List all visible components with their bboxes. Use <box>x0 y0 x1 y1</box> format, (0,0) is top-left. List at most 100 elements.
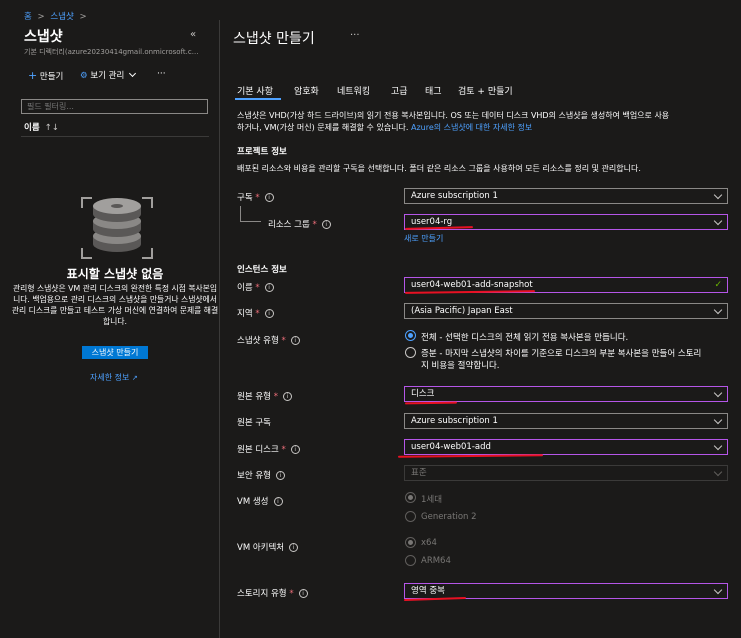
source-type-select[interactable]: 디스크 <box>404 386 728 402</box>
intro-line-2-text: 하거나, VM(가상 머신) 문제를 해결할 수 있습니다. <box>237 122 409 132</box>
info-icon[interactable]: i <box>273 497 283 506</box>
source-disk-label-text: 원본 디스크 <box>237 445 279 455</box>
create-button[interactable]: + 만들기 <box>28 69 63 82</box>
create-button-label: 만들기 <box>39 72 64 82</box>
subscription-select[interactable]: Azure subscription 1 <box>404 188 728 204</box>
create-new-resource-group-link[interactable]: 새로 만들기 <box>404 233 443 244</box>
chevron-down-icon <box>713 441 723 451</box>
source-disk-select[interactable]: user04-web01-add <box>404 439 728 455</box>
vm-generation-label: VM 생성 i <box>237 495 283 507</box>
learn-more-link[interactable]: 자세한 정보 ↗ <box>90 372 138 383</box>
vm-architecture-arm64-radio <box>405 555 416 566</box>
directory-subtitle: 기본 디렉터리(azure20230414gmail.onmicrosoft.c… <box>24 48 199 56</box>
info-icon[interactable]: i <box>290 336 300 345</box>
vm-architecture-arm64-label: ARM64 <box>421 556 451 566</box>
active-tab-indicator <box>235 98 281 100</box>
required-marker: * <box>312 220 317 230</box>
page-more-icon[interactable]: ··· <box>350 30 360 41</box>
security-type-label-text: 보안 유형 <box>237 471 271 481</box>
source-type-label: 원본 유형 * i <box>237 390 292 402</box>
snapshot-type-incremental-line-2: 지 비용을 절약합니다. <box>421 361 500 371</box>
chevron-down-icon <box>713 467 723 477</box>
tab-encryption[interactable]: 암호화 <box>294 84 319 97</box>
name-column-header[interactable]: 이름 ↑↓ <box>24 121 59 133</box>
tab-review-create[interactable]: 검토 + 만들기 <box>458 84 513 97</box>
intro-line-1: 스냅샷은 VHD(가상 하드 드라이브)의 읽기 전용 복사본입니다. OS 또… <box>237 111 670 120</box>
chevron-down-icon <box>713 190 723 200</box>
more-options-icon[interactable]: ··· <box>157 69 166 79</box>
snapshot-type-full-radio[interactable] <box>405 330 416 341</box>
name-label-text: 이름 <box>237 283 253 293</box>
annotation-underline <box>397 454 544 458</box>
region-select[interactable]: (Asia Pacific) Japan East <box>404 303 728 319</box>
tab-networking[interactable]: 네트워킹 <box>337 84 370 97</box>
name-label: 이름 * i <box>237 281 274 293</box>
breadcrumb-separator: > <box>79 12 87 22</box>
subscription-value: Azure subscription 1 <box>411 191 498 201</box>
security-type-value: 표준 <box>411 468 427 478</box>
region-label-text: 지역 <box>237 309 253 319</box>
info-icon[interactable]: i <box>282 392 292 401</box>
snapshot-type-label-text: 스냅샷 유형 <box>237 336 279 346</box>
page-title: 스냅샷 만들기 <box>233 31 315 47</box>
external-link-icon: ↗ <box>131 374 138 382</box>
breadcrumb-snapshots[interactable]: 스냅샷 <box>50 12 73 22</box>
create-snapshot-button[interactable]: 스냅샷 만들기 <box>82 346 148 359</box>
info-icon[interactable]: i <box>290 445 300 454</box>
chevron-down-icon <box>713 216 723 226</box>
collapse-panel-icon[interactable]: « <box>190 29 196 40</box>
source-subscription-value: Azure subscription 1 <box>411 416 498 426</box>
snapshot-stack-icon <box>80 196 154 260</box>
info-icon[interactable]: i <box>264 283 274 292</box>
snapshot-type-label: 스냅샷 유형 * i <box>237 334 300 346</box>
required-marker: * <box>281 445 286 455</box>
source-subscription-select[interactable]: Azure subscription 1 <box>404 413 728 429</box>
storage-type-label-text: 스토리지 유형 <box>237 589 287 599</box>
info-icon[interactable]: i <box>264 309 274 318</box>
name-column-label: 이름 <box>24 123 40 133</box>
panel-divider <box>219 20 220 638</box>
info-icon[interactable]: i <box>264 193 274 202</box>
resource-group-label: 리소스 그룹 * i <box>268 218 331 230</box>
vm-generation-label-text: VM 생성 <box>237 497 269 507</box>
info-icon[interactable]: i <box>298 589 308 598</box>
vm-generation-1-label: 1세대 <box>421 495 443 505</box>
info-icon[interactable]: i <box>289 543 299 552</box>
vm-generation-1-radio <box>405 492 416 503</box>
required-marker: * <box>255 193 260 203</box>
breadcrumb-home[interactable]: 홈 <box>24 12 32 22</box>
tab-tags[interactable]: 태그 <box>425 84 442 97</box>
snapshot-type-incremental-radio[interactable] <box>405 347 416 358</box>
source-type-label-text: 원본 유형 <box>237 392 271 402</box>
source-subscription-label: 원본 구독 <box>237 416 271 428</box>
manage-view-button[interactable]: ⚙ 보기 관리 <box>80 69 137 81</box>
intro-learn-more-link[interactable]: Azure의 스냅샷에 대한 자세한 정보 <box>411 123 532 132</box>
tab-advanced[interactable]: 고급 <box>391 84 408 97</box>
breadcrumb-separator: > <box>37 12 45 22</box>
empty-state-description: 관리형 스냅샷은 VM 관리 디스크의 완전한 특정 시점 복사본입니다. 백업… <box>11 284 219 326</box>
required-marker: * <box>281 336 286 346</box>
valid-check-icon: ✓ <box>714 280 722 290</box>
project-details-heading: 프로젝트 정보 <box>237 147 287 157</box>
annotation-underline <box>404 290 536 294</box>
region-label: 지역 * i <box>237 307 274 319</box>
source-type-value: 디스크 <box>411 389 435 399</box>
snapshot-type-incremental-line-1: 증분 - 마지막 스냅샷의 차이를 기준으로 디스크의 부분 복사본을 만들어 … <box>421 349 702 359</box>
instance-details-heading: 인스턴스 정보 <box>237 265 287 275</box>
tab-basics[interactable]: 기본 사항 <box>237 84 273 97</box>
filter-input[interactable] <box>21 99 208 114</box>
subscription-label: 구독 * i <box>237 191 274 203</box>
region-value: (Asia Pacific) Japan East <box>411 306 513 316</box>
manage-view-label: 보기 관리 <box>90 71 125 81</box>
source-subscription-label-text: 원본 구독 <box>237 418 271 428</box>
project-details-description: 배포된 리소스와 비용을 관리할 구독을 선택합니다. 폴더 같은 리소스 그룹… <box>237 164 641 173</box>
required-marker: * <box>289 589 294 599</box>
breadcrumb: 홈 > 스냅샷 > <box>24 10 87 22</box>
chevron-down-icon <box>713 388 723 398</box>
chevron-down-icon <box>713 585 723 595</box>
required-marker: * <box>255 283 260 293</box>
snapshot-type-incremental-label: 증분 - 마지막 스냅샷의 차이를 기준으로 디스크의 부분 복사본을 만들어 … <box>421 348 701 372</box>
chevron-down-icon <box>128 69 137 78</box>
info-icon[interactable]: i <box>321 220 331 229</box>
info-icon[interactable]: i <box>275 471 285 480</box>
